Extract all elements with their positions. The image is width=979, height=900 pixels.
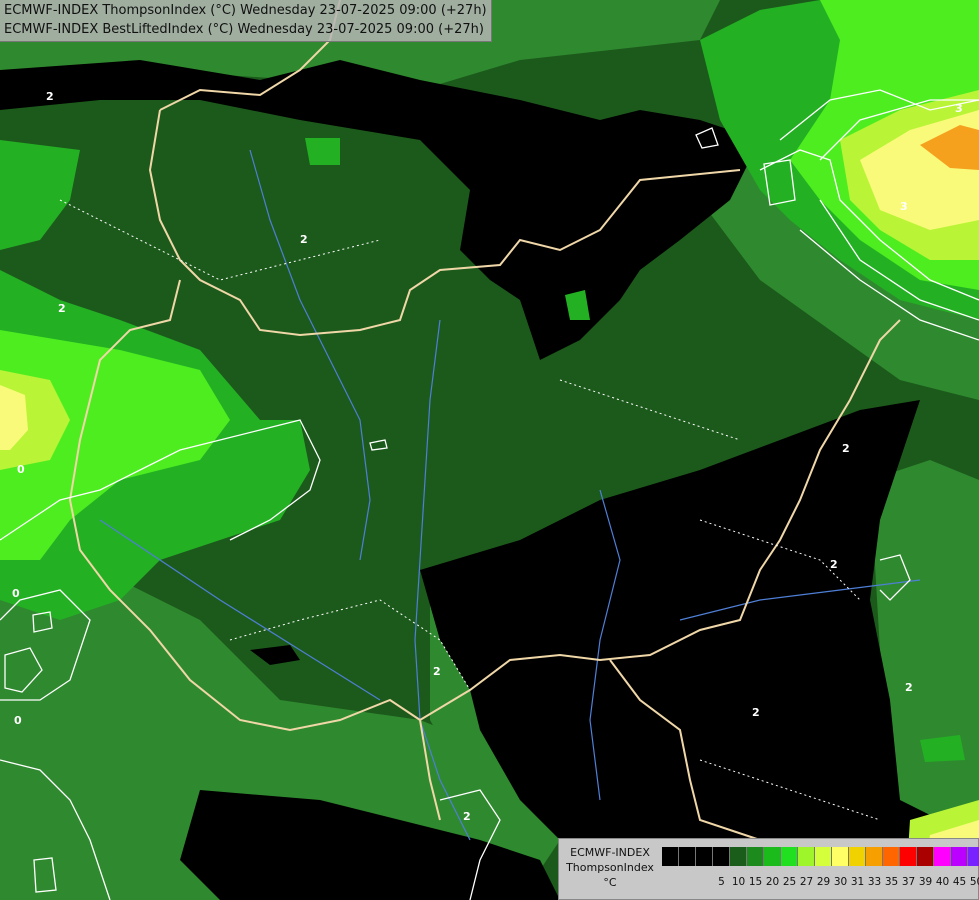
legend-tick-label: 40	[935, 876, 950, 888]
legend-tick-label: 35	[884, 876, 899, 888]
legend-label-model: ECMWF-INDEX	[570, 846, 650, 859]
legend-swatch	[917, 847, 934, 866]
map-title-line-1: ECMWF-INDEX ThompsonIndex (°C) Wednesday…	[4, 3, 487, 18]
contour-label: 2	[830, 558, 838, 571]
legend-swatch	[662, 847, 679, 866]
contour-label: 2	[463, 810, 471, 823]
legend-swatch	[951, 847, 968, 866]
legend-swatch	[696, 847, 713, 866]
legend-label-unit: °C	[603, 876, 617, 889]
color-legend: ECMWF-INDEX ThompsonIndex °C 5 10 15 20 25 27…	[558, 838, 979, 900]
contour-label: 2	[905, 681, 913, 694]
legend-tick-label: 45	[952, 876, 967, 888]
legend-tick-label: 50	[969, 876, 979, 888]
legend-swatch	[900, 847, 917, 866]
contour-label: 3	[955, 102, 963, 115]
legend-swatch	[815, 847, 832, 866]
contour-label: 2	[842, 442, 850, 455]
legend-swatch	[883, 847, 900, 866]
map-title-box: ECMWF-INDEX ThompsonIndex (°C) Wednesday…	[0, 0, 492, 42]
legend-swatch	[730, 847, 747, 866]
contour-label: 2	[433, 665, 441, 678]
legend-swatch	[849, 847, 866, 866]
legend-swatch	[679, 847, 696, 866]
contour-label: 2	[46, 90, 54, 103]
legend-tick-label: 39	[918, 876, 933, 888]
legend-swatch	[781, 847, 798, 866]
legend-tick-label: 25	[782, 876, 797, 888]
legend-label-index: ThompsonIndex	[566, 861, 654, 874]
legend-tick-label: 27	[799, 876, 814, 888]
contour-label: 2	[752, 706, 760, 719]
contour-label: 2	[300, 233, 308, 246]
legend-tick-label: 33	[867, 876, 882, 888]
legend-tick-label: 15	[748, 876, 763, 888]
legend-ticks: 51015202527293031333537394045505560	[662, 876, 979, 888]
legend-swatch	[747, 847, 764, 866]
contour-label: 0	[14, 714, 22, 727]
legend-label: ECMWF-INDEX ThompsonIndex °C	[562, 845, 658, 890]
legend-swatch	[798, 847, 815, 866]
legend-tick-spacer	[696, 876, 713, 888]
legend-tick-label: 29	[816, 876, 831, 888]
contour-label: 0	[17, 463, 25, 476]
legend-tick-label: 37	[901, 876, 916, 888]
legend-tick-spacer	[679, 876, 696, 888]
contour-label: 2	[58, 302, 66, 315]
legend-tick-label: 30	[833, 876, 848, 888]
contour-label: 0	[12, 587, 20, 600]
weather-map: 2 2 2 2 2 2 2 0 0 0 3 3 2 2	[0, 0, 979, 900]
legend-swatch	[713, 847, 730, 866]
legend-swatch	[934, 847, 951, 866]
legend-tick-label: 5	[718, 876, 725, 888]
legend-swatch	[764, 847, 781, 866]
legend-swatch	[832, 847, 849, 866]
legend-swatches	[662, 847, 979, 866]
legend-swatch	[866, 847, 883, 866]
map-title-line-2: ECMWF-INDEX BestLiftedIndex (°C) Wednesd…	[4, 22, 484, 37]
legend-tick-label: 31	[850, 876, 865, 888]
field-green-spot-north	[305, 138, 340, 165]
legend-tick-spacer	[662, 876, 679, 888]
legend-tick-label: 20	[765, 876, 780, 888]
legend-swatch	[968, 847, 979, 866]
legend-tick-label: 10	[731, 876, 746, 888]
contour-label: 3	[900, 200, 908, 213]
